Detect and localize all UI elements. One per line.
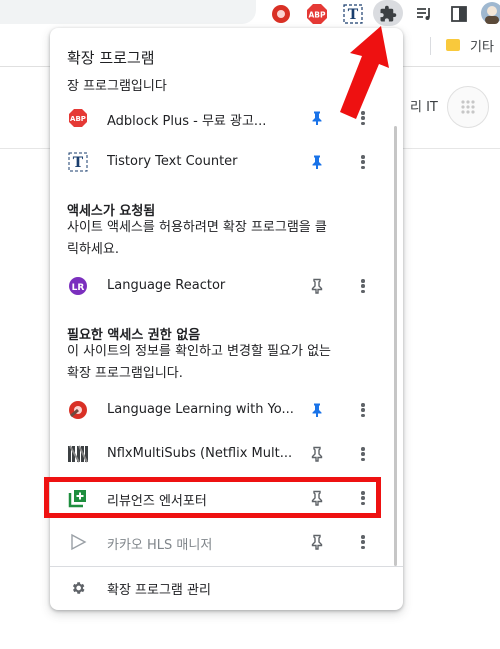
- pin-icon[interactable]: [309, 534, 325, 550]
- section-desc-line: 이 사이트의 정보를 확인하고 변경할 필요가 없는: [67, 344, 331, 359]
- kakao-hls-icon: [68, 532, 88, 552]
- pin-icon[interactable]: [309, 110, 325, 126]
- section-desc-line: 릭하세요.: [67, 242, 119, 257]
- language-reactor-icon: LR: [68, 276, 88, 296]
- page-partial-text: 리 IT: [410, 100, 438, 115]
- extension-row-kakao-hls[interactable]: 카카오 HLS 매니저: [50, 523, 403, 561]
- section-description-access-requested: 사이트 액세스를 허용하려면 확장 프로그램을 클 릭하세요.: [67, 217, 367, 261]
- section-description-no-access: 이 사이트의 정보를 확인하고 변경할 필요가 없는 확장 프로그램입니다.: [67, 341, 367, 385]
- pin-icon[interactable]: [309, 278, 325, 294]
- pin-icon[interactable]: [309, 446, 325, 462]
- manage-extensions-label: 확장 프로그램 관리: [107, 583, 211, 598]
- tistory-toolbar-text: T: [348, 7, 359, 23]
- more-options-icon[interactable]: [355, 533, 371, 551]
- section-desc-line: 사이트 액세스를 허용하려면 확장 프로그램을 클: [67, 220, 327, 235]
- more-options-icon[interactable]: [355, 277, 371, 295]
- extension-name: Language Learning with Yo...: [107, 402, 294, 417]
- popup-subtitle: 장 프로그램입니다: [67, 79, 167, 94]
- profile-avatar[interactable]: [480, 1, 500, 25]
- bookmark-folder-label[interactable]: 기타: [470, 36, 494, 55]
- abp-icon-text: ABP: [70, 115, 86, 123]
- section-desc-line: 확장 프로그램입니다.: [67, 366, 183, 381]
- extension-row-language-learning[interactable]: Language Learning with Yo...: [50, 391, 403, 429]
- tistory-toolbar-icon[interactable]: T: [342, 3, 364, 25]
- popup-scrollbar[interactable]: [394, 126, 397, 566]
- address-bar[interactable]: [0, 0, 256, 24]
- extension-row-tistory-text-counter[interactable]: T Tistory Text Counter: [50, 143, 403, 181]
- bookmarks-separator: [430, 37, 431, 55]
- language-learning-toolbar-icon[interactable]: [270, 3, 292, 25]
- media-control-icon[interactable]: [413, 3, 435, 25]
- abp-toolbar-icon[interactable]: ABP: [306, 3, 328, 25]
- language-learning-icon: [68, 400, 88, 420]
- side-panel-icon[interactable]: [448, 3, 470, 25]
- pin-icon[interactable]: [309, 154, 325, 170]
- extension-name: Tistory Text Counter: [107, 154, 238, 169]
- tistory-icon-text: T: [73, 155, 84, 171]
- pin-icon[interactable]: [309, 402, 325, 418]
- highlight-box: [44, 477, 381, 518]
- extension-name: Language Reactor: [107, 278, 226, 293]
- more-options-icon[interactable]: [355, 445, 371, 463]
- page-dots-circle[interactable]: [447, 86, 489, 128]
- browser-toolbar: ABP T: [0, 0, 500, 30]
- extension-name: 카카오 HLS 매니저: [107, 538, 213, 553]
- abp-icon: ABP: [68, 108, 88, 128]
- tistory-t-icon: T: [68, 152, 88, 172]
- more-options-icon[interactable]: [355, 401, 371, 419]
- extension-row-nflx-multisubs[interactable]: NflxMultiSubs (Netflix Mult...: [50, 435, 403, 473]
- abp-toolbar-text: ABP: [308, 11, 326, 20]
- more-options-icon[interactable]: [355, 153, 371, 171]
- manage-extensions-button[interactable]: 확장 프로그램 관리: [50, 568, 403, 608]
- popup-title: 확장 프로그램: [67, 49, 155, 67]
- red-arrow-annotation: [340, 26, 389, 119]
- popup-divider: [50, 566, 403, 567]
- extension-name: NflxMultiSubs (Netflix Mult...: [107, 446, 293, 461]
- folder-icon: [446, 39, 460, 51]
- puzzle-icon: [377, 3, 399, 25]
- dots-grid-icon: [461, 100, 475, 114]
- svg-text:LR: LR: [72, 283, 85, 293]
- extension-name: Adblock Plus - 무료 광고...: [107, 114, 267, 129]
- nflx-multisubs-icon: [68, 444, 88, 464]
- gear-icon: [72, 582, 85, 594]
- extension-row-language-reactor[interactable]: LR Language Reactor: [50, 267, 403, 305]
